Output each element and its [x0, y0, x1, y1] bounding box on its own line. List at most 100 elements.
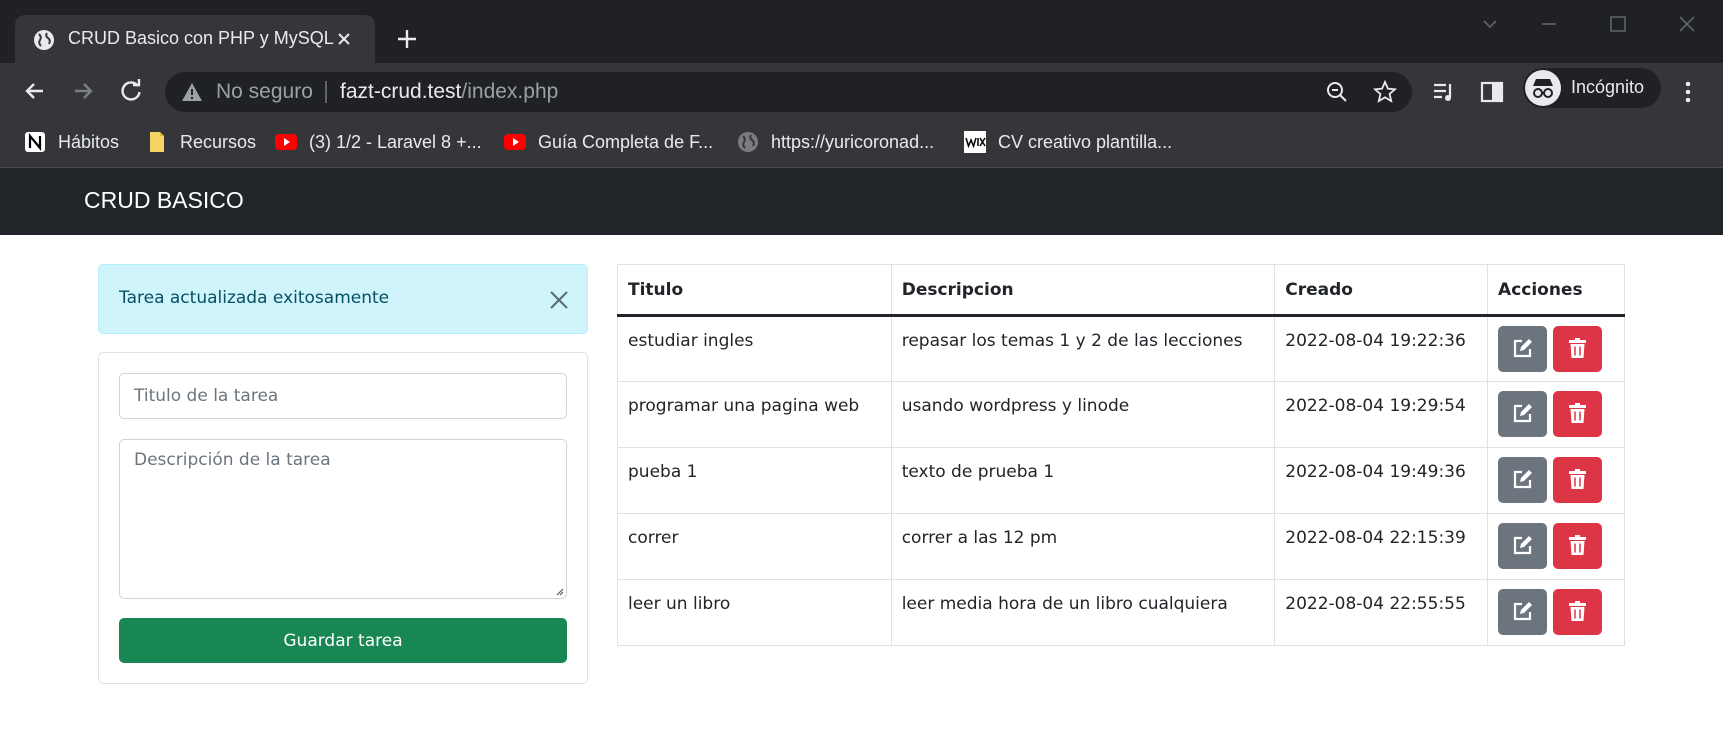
delete-button[interactable] — [1553, 523, 1603, 569]
new-tab-icon[interactable] — [394, 26, 420, 52]
minimize-icon[interactable] — [1537, 12, 1561, 36]
header-acciones: Acciones — [1487, 264, 1625, 317]
cell-actions — [1487, 447, 1625, 514]
cell-created: 2022-08-04 19:22:36 — [1274, 315, 1489, 382]
youtube-icon — [504, 134, 526, 150]
cell-actions — [1487, 315, 1625, 382]
delete-button[interactable] — [1553, 589, 1603, 635]
close-tab-icon[interactable] — [333, 28, 355, 50]
maximize-icon[interactable] — [1606, 12, 1630, 36]
wix-icon — [964, 131, 986, 153]
bookmark-habitos[interactable]: Hábitos — [24, 128, 119, 156]
bookmark-label: Guía Completa de F... — [538, 131, 714, 152]
bookmarks-bar: Hábitos Recursos (3) 1/2 - Laravel 8 +..… — [0, 119, 1723, 167]
trash-icon — [1569, 403, 1587, 423]
bookmark-yuricoronado[interactable]: https://yuricoronad... — [737, 128, 934, 156]
cell-created: 2022-08-04 22:55:55 — [1274, 579, 1489, 646]
youtube-icon — [275, 134, 297, 150]
trash-icon — [1569, 601, 1587, 621]
cell-title: estudiar ingles — [617, 315, 892, 382]
cell-created: 2022-08-04 22:15:39 — [1274, 513, 1489, 580]
cell-actions — [1487, 513, 1625, 580]
cell-created: 2022-08-04 19:29:54 — [1274, 381, 1489, 448]
tasks-table: Titulo Descripcion Creado Acciones estud… — [617, 264, 1625, 646]
incognito-profile-button[interactable]: Incógnito — [1523, 68, 1661, 108]
edit-button[interactable] — [1498, 589, 1548, 635]
security-label[interactable]: No seguro — [216, 80, 313, 104]
table-row: pueba 1 texto de prueba 1 2022-08-04 19:… — [617, 447, 1625, 514]
cell-description: usando wordpress y linode — [890, 381, 1276, 448]
edit-button[interactable] — [1498, 391, 1548, 437]
edit-icon — [1513, 602, 1533, 621]
cell-description: correr a las 12 pm — [890, 513, 1276, 580]
cell-title: pueba 1 — [617, 447, 892, 514]
delete-button[interactable] — [1553, 326, 1603, 372]
trash-icon — [1569, 338, 1587, 358]
tab-title: CRUD Basico con PHP y MySQL — [68, 28, 334, 48]
edit-button[interactable] — [1498, 326, 1548, 372]
incognito-icon — [1533, 79, 1553, 98]
trash-icon — [1569, 535, 1587, 555]
close-window-icon[interactable] — [1675, 12, 1699, 36]
reload-icon[interactable] — [117, 77, 145, 105]
edit-icon — [1513, 536, 1533, 555]
cell-title: correr — [617, 513, 892, 580]
forward-icon[interactable] — [69, 77, 97, 105]
cell-created: 2022-08-04 19:49:36 — [1274, 447, 1489, 514]
edit-button[interactable] — [1498, 457, 1548, 503]
address-bar[interactable]: No seguro fazt-crud.test/index.php — [165, 72, 1412, 112]
warning-icon[interactable] — [181, 81, 203, 103]
notion-icon — [25, 132, 45, 152]
table-row: correr correr a las 12 pm 2022-08-04 22:… — [617, 513, 1625, 580]
cell-description: leer media hora de un libro cualquiera — [890, 579, 1276, 646]
resize-grip-icon[interactable] — [554, 586, 564, 596]
bookmark-label: Recursos — [180, 131, 257, 152]
save-task-button[interactable]: Guardar tarea — [119, 618, 567, 663]
header-creado: Creado — [1274, 264, 1489, 317]
side-panel-icon[interactable] — [1479, 79, 1505, 105]
media-control-icon[interactable] — [1431, 79, 1457, 105]
navbar: CRUD BASICO — [0, 168, 1723, 235]
trash-icon — [1569, 469, 1587, 489]
edit-button[interactable] — [1498, 523, 1548, 569]
delete-button[interactable] — [1553, 457, 1603, 503]
cell-description: repasar los temas 1 y 2 de las lecciones — [890, 315, 1276, 382]
tab-strip: CRUD Basico con PHP y MySQL — [0, 0, 1723, 63]
more-menu-icon[interactable] — [1675, 79, 1701, 105]
url-text[interactable]: fazt-crud.test/index.php — [340, 80, 558, 104]
cell-actions — [1487, 381, 1625, 448]
bookmark-label: Hábitos — [58, 131, 120, 152]
edit-icon — [1513, 339, 1533, 358]
table-row: programar una pagina web usando wordpres… — [617, 381, 1625, 448]
browser-toolbar: No seguro fazt-crud.test/index.php Incóg… — [0, 63, 1723, 119]
bookmark-star-icon[interactable] — [1373, 80, 1397, 104]
tab-search-icon[interactable] — [1478, 12, 1502, 36]
bookmark-guia[interactable]: Guía Completa de F... — [504, 128, 713, 156]
bookmark-laravel[interactable]: (3) 1/2 - Laravel 8 +... — [275, 128, 482, 156]
task-form-card: Guardar tarea — [98, 352, 588, 684]
browser-tab[interactable]: CRUD Basico con PHP y MySQL — [15, 15, 375, 63]
cell-title: programar una pagina web — [617, 381, 892, 448]
zoom-icon[interactable] — [1325, 80, 1349, 104]
url-path: /index.php — [461, 80, 559, 103]
task-description-textarea[interactable] — [119, 439, 567, 599]
url-host: fazt-crud.test — [340, 80, 462, 103]
cell-description: texto de prueba 1 — [890, 447, 1276, 514]
close-icon[interactable] — [548, 289, 570, 311]
incognito-avatar — [1525, 70, 1561, 106]
cell-title: leer un libro — [617, 579, 892, 646]
table-row: estudiar ingles repasar los temas 1 y 2 … — [617, 315, 1625, 382]
alert-message: Tarea actualizada exitosamente — [119, 288, 390, 308]
bookmark-cv-creativo[interactable]: CV creativo plantilla... — [964, 128, 1172, 156]
back-icon[interactable] — [21, 77, 49, 105]
bookmark-label: CV creativo plantilla... — [998, 131, 1173, 152]
edit-icon — [1513, 470, 1533, 489]
delete-button[interactable] — [1553, 391, 1603, 437]
omnibox-divider — [325, 81, 327, 103]
table-row: leer un libro leer media hora de un libr… — [617, 579, 1625, 646]
navbar-brand[interactable]: CRUD BASICO — [84, 187, 244, 214]
bookmark-recursos[interactable]: Recursos — [146, 128, 256, 156]
task-title-input[interactable] — [119, 373, 567, 419]
cell-actions — [1487, 579, 1625, 646]
table-header-row: Titulo Descripcion Creado Acciones — [617, 264, 1625, 317]
